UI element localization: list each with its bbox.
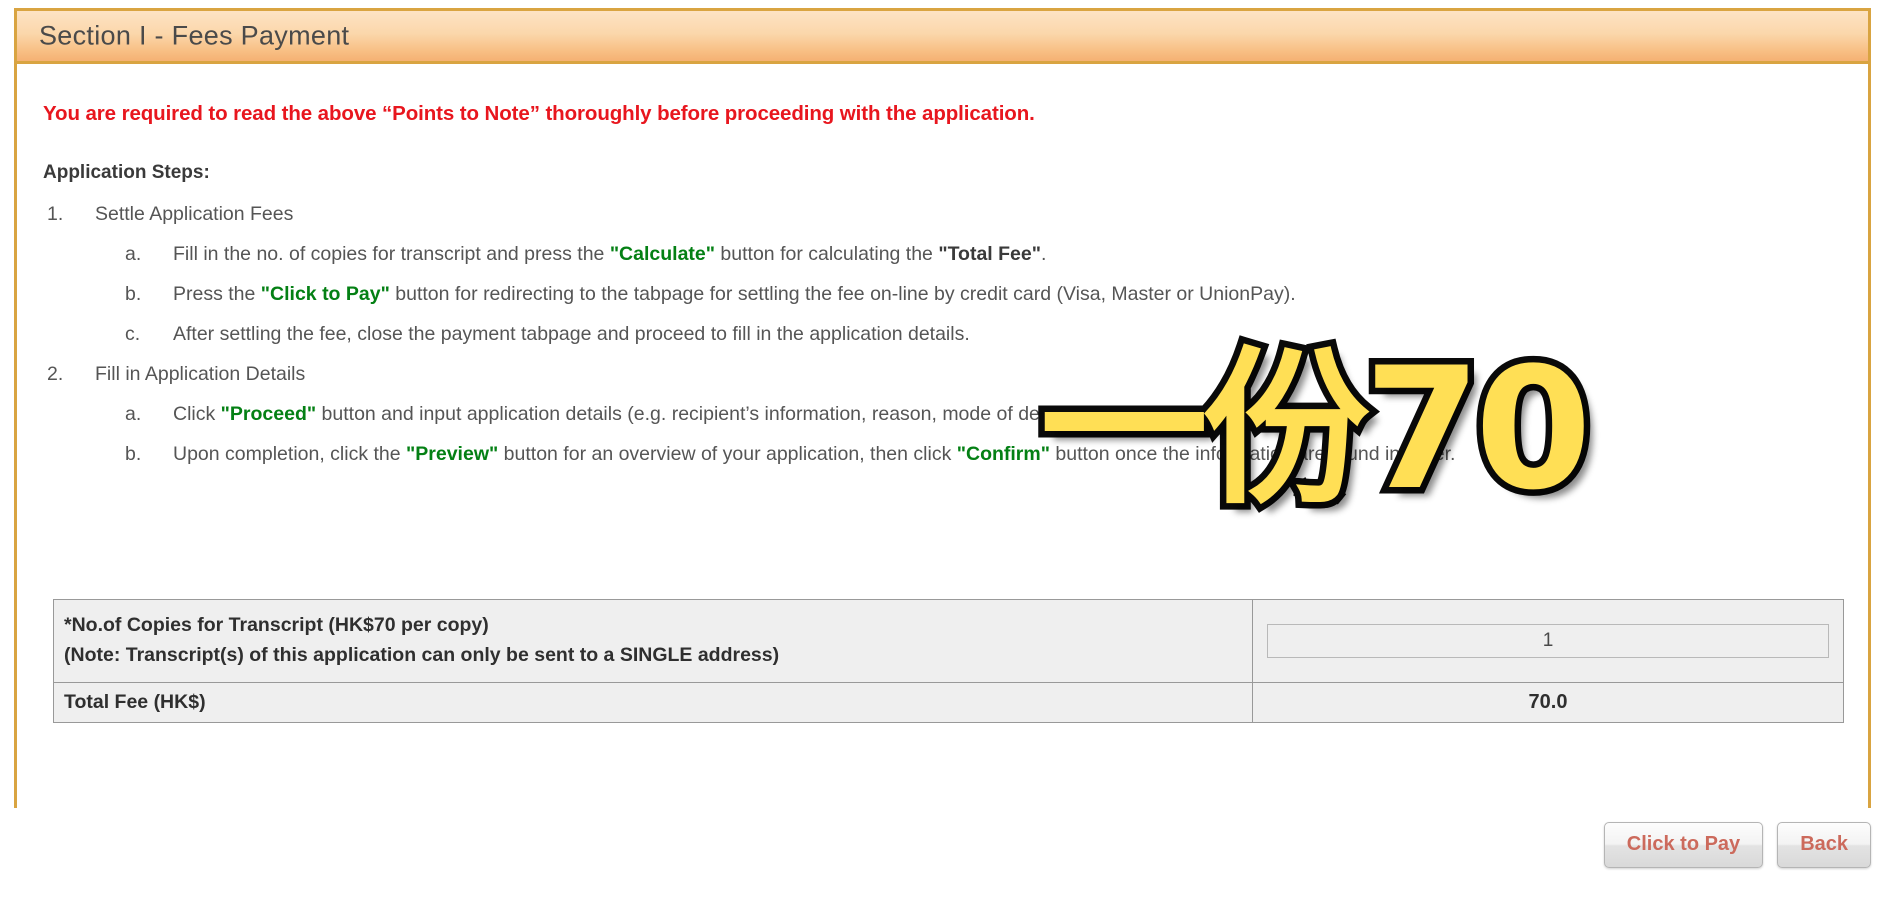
step-text-fragment: button for an overview of your applicati… xyxy=(498,443,957,465)
step-text-fragment: "Click to Pay" xyxy=(260,283,390,305)
step-text-fragment: After settling the fee, close the paymen… xyxy=(173,323,970,345)
click-to-pay-button[interactable]: Click to Pay xyxy=(1603,822,1764,868)
step-text-fragment: "Preview" xyxy=(406,443,499,465)
application-step-item: 1. Settle Application Fees xyxy=(43,194,1843,234)
table-row: *No.of Copies for Transcript (HK$70 per … xyxy=(53,599,1844,683)
panel-body: You are required to read the above “Poin… xyxy=(17,64,1868,808)
step-text-fragment: "Calculate" xyxy=(609,243,716,265)
application-step-item: b. Press the "Click to Pay" button for re… xyxy=(43,274,1843,314)
application-step-item: c. After settling the fee, close the paym… xyxy=(43,314,1843,354)
step-text-fragment: Settle Application Fees xyxy=(95,203,294,225)
step-text-fragment: button and input application details (e.… xyxy=(316,403,1254,425)
step-text: After settling the fee, close the paymen… xyxy=(173,314,1843,354)
fee-row-label-line: (Note: Transcript(s) of this application… xyxy=(64,644,780,666)
step-marker: a. xyxy=(125,243,142,265)
copies-input[interactable] xyxy=(1267,624,1829,658)
table-row: Total Fee (HK$) 70.0 xyxy=(53,682,1844,723)
step-text-fragment: button for redirecting to the tabpage fo… xyxy=(389,283,1296,305)
step-text-fragment: Fill in the no. of copies for transcript… xyxy=(173,243,610,265)
step-text-fragment: Fill in Application Details xyxy=(95,363,306,385)
step-marker: 1. xyxy=(47,203,64,225)
step-marker: a. xyxy=(125,403,142,425)
step-text-fragment: Click xyxy=(173,403,221,425)
back-button[interactable]: Back xyxy=(1777,822,1871,868)
application-step-item: a. Click "Proceed" button and input appli… xyxy=(43,394,1843,434)
application-step-item: b. Upon completion, click the "Preview" b… xyxy=(43,434,1843,474)
step-text: Click "Proceed" button and input applica… xyxy=(173,394,1843,434)
panel-header: Section I - Fees Payment xyxy=(14,8,1871,64)
fee-row-label: *No.of Copies for Transcript (HK$70 per … xyxy=(53,599,1253,683)
step-text-fragment: Upon completion, click the xyxy=(173,443,407,465)
step-text-fragment: button for calculating the xyxy=(715,243,939,265)
fee-row-value xyxy=(1252,599,1844,683)
fees-payment-panel: Section I - Fees Payment You are require… xyxy=(14,8,1871,808)
fee-row-value: 70.0 xyxy=(1252,682,1844,723)
step-text-fragment: Press the xyxy=(173,283,261,305)
step-text: Press the "Click to Pay" button for redi… xyxy=(173,274,1843,314)
step-marker: b. xyxy=(125,283,142,305)
fee-row-label-line: *No.of Copies for Transcript (HK$70 per … xyxy=(64,614,489,636)
application-steps-list: 1. Settle Application Fees a. Fill in the n… xyxy=(43,194,1843,474)
step-text: Fill in Application Details xyxy=(95,354,1843,394)
page-root: Section I - Fees Payment You are require… xyxy=(0,0,1893,905)
application-step-item: a. Fill in the no. of copies for transcri… xyxy=(43,234,1843,274)
step-text-fragment: . xyxy=(1040,243,1047,265)
step-text: Upon completion, click the "Preview" but… xyxy=(173,434,1843,474)
step-text-fragment: "Confirm" xyxy=(956,443,1050,465)
application-steps-heading: Application Steps: xyxy=(43,162,210,183)
step-text-fragment: button once the information are found in… xyxy=(1049,443,1456,465)
action-button-bar: Click to Pay Back xyxy=(1603,822,1871,868)
step-marker: 2. xyxy=(47,363,64,385)
points-to-note-warning: You are required to read the above “Poin… xyxy=(43,102,1035,125)
fee-table: *No.of Copies for Transcript (HK$70 per … xyxy=(53,599,1844,723)
step-text-fragment: "Proceed" xyxy=(220,403,317,425)
fee-row-label-line: Total Fee (HK$) xyxy=(64,691,206,713)
step-text: Fill in the no. of copies for transcript… xyxy=(173,234,1843,274)
application-step-item: 2. Fill in Application Details xyxy=(43,354,1843,394)
step-text: Settle Application Fees xyxy=(95,194,1843,234)
step-marker: b. xyxy=(125,443,142,465)
fee-row-label: Total Fee (HK$) xyxy=(53,682,1253,723)
step-marker: c. xyxy=(125,323,141,345)
page-title: Section I - Fees Payment xyxy=(39,20,350,51)
step-text-fragment: "Total Fee" xyxy=(938,243,1041,265)
